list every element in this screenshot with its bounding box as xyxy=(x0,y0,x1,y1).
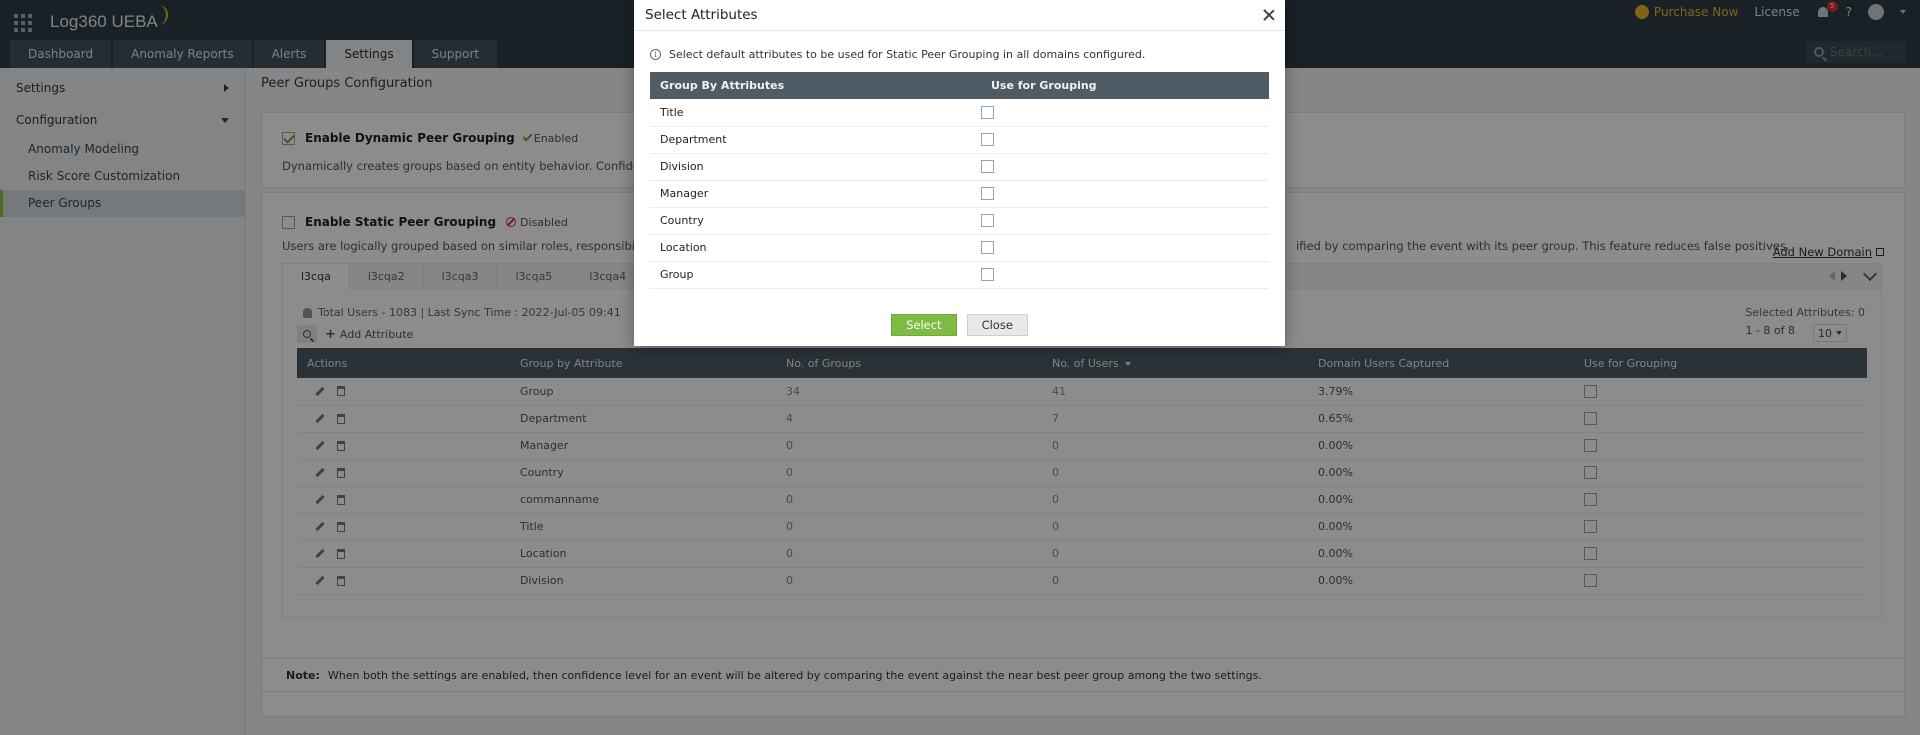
use-for-grouping-cell xyxy=(981,153,1269,181)
dialog-header: Select Attributes xyxy=(634,0,1285,31)
use-for-grouping-checkbox[interactable] xyxy=(981,106,994,119)
attribute-name: Manager xyxy=(650,180,981,208)
use-for-grouping-cell xyxy=(981,234,1269,262)
column-header: Use for Grouping xyxy=(981,72,1269,99)
list-item: Department xyxy=(650,126,1269,154)
dialog-title: Select Attributes xyxy=(645,7,758,23)
attributes-select-table: Group By Attributes Use for Grouping Tit… xyxy=(650,72,1269,289)
list-item: Group xyxy=(650,261,1269,289)
attribute-name: Department xyxy=(650,126,981,154)
use-for-grouping-cell xyxy=(981,126,1269,154)
use-for-grouping-checkbox[interactable] xyxy=(981,133,994,147)
attribute-name: Location xyxy=(650,234,981,262)
attribute-name: Division xyxy=(650,153,981,181)
attribute-name: Title xyxy=(650,99,981,127)
info-icon: i xyxy=(650,49,661,60)
use-for-grouping-cell xyxy=(981,207,1269,235)
list-item: Manager xyxy=(650,180,1269,208)
dialog-info-text: Select default attributes to be used for… xyxy=(669,48,1146,61)
column-header: Group By Attributes xyxy=(650,72,981,99)
list-item: Country xyxy=(650,207,1269,235)
dialog-buttons: Select Close xyxy=(634,314,1285,336)
use-for-grouping-checkbox[interactable] xyxy=(981,187,994,201)
use-for-grouping-checkbox[interactable] xyxy=(981,160,994,174)
list-item: Title xyxy=(650,99,1269,127)
list-item: Location xyxy=(650,234,1269,262)
use-for-grouping-cell xyxy=(981,99,1269,127)
attribute-name: Country xyxy=(650,207,981,235)
use-for-grouping-checkbox[interactable] xyxy=(981,214,994,228)
use-for-grouping-cell xyxy=(981,261,1269,289)
use-for-grouping-checkbox[interactable] xyxy=(981,268,994,282)
select-button[interactable]: Select xyxy=(891,314,957,336)
select-attributes-dialog: Select Attributes i Select default attri… xyxy=(634,0,1285,346)
select-table-header-row: Group By Attributes Use for Grouping xyxy=(650,72,1269,99)
dialog-info: i Select default attributes to be used f… xyxy=(650,48,1145,61)
use-for-grouping-checkbox[interactable] xyxy=(981,241,994,255)
attribute-name: Group xyxy=(650,261,981,289)
use-for-grouping-cell xyxy=(981,180,1269,208)
close-button[interactable]: Close xyxy=(966,314,1028,336)
close-icon[interactable] xyxy=(1263,9,1275,21)
list-item: Division xyxy=(650,153,1269,181)
